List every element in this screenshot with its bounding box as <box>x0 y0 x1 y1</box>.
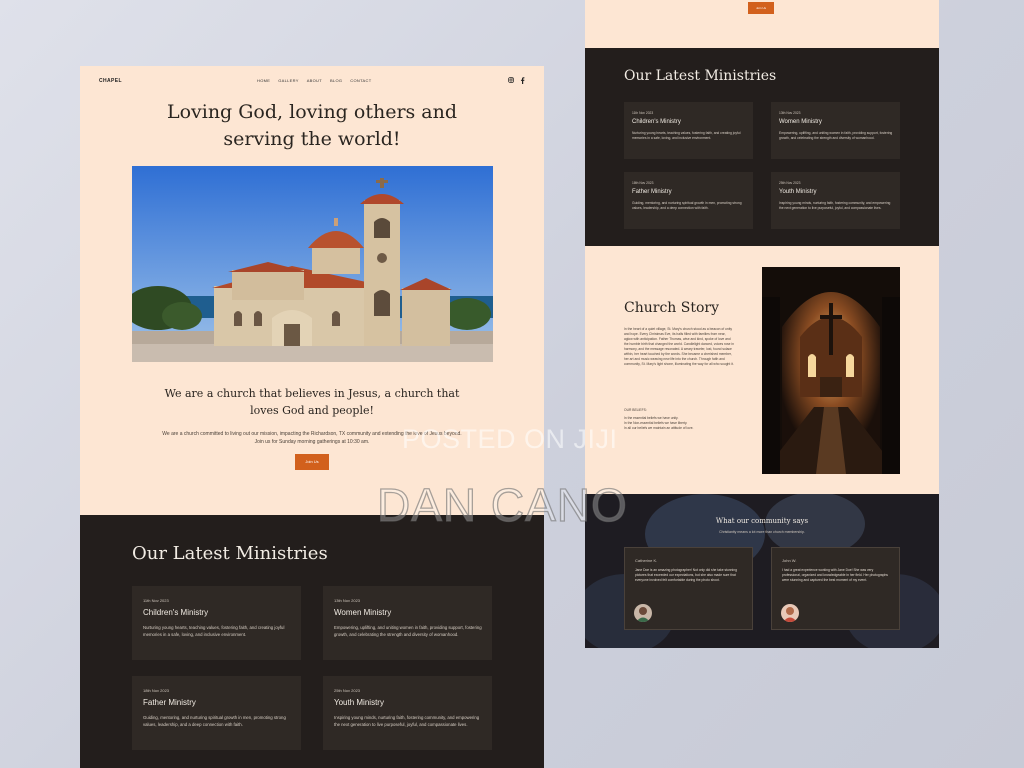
church-interior-photo <box>762 267 900 474</box>
nav-item-blog[interactable]: BLOG <box>330 78 342 83</box>
ministry-description: Guiding, mentoring, and nurturing spirit… <box>632 201 742 210</box>
community-subtitle: Christianity means a lot more than churc… <box>719 530 805 534</box>
ministry-date: 13th Nov 2023 <box>779 111 801 115</box>
hero-title: Loving God, loving others and serving th… <box>166 101 458 150</box>
ministry-card[interactable]: 11th Nov 2023 Children's Ministry Nurtur… <box>624 102 753 159</box>
ministries-section-compact: Our Latest Ministries 11th Nov 2023 Chil… <box>585 48 939 246</box>
facebook-icon[interactable] <box>520 77 525 86</box>
ministry-title: Father Ministry <box>143 698 196 707</box>
ministry-card[interactable]: 13th Nov 2023 Women Ministry Empowering,… <box>323 586 492 660</box>
testimonial-card: Catherine K. Jane Doe is an amazing phot… <box>624 547 753 630</box>
join-us-button[interactable]: Join Us <box>295 454 329 470</box>
join-us-button-top[interactable]: Join Us <box>748 2 774 14</box>
avatar <box>781 604 799 622</box>
ministry-title: Women Ministry <box>779 119 822 125</box>
landing-page-mockup-left: CHAPEL HOME GALLERY ABOUT BLOG CONTACT L… <box>80 66 544 768</box>
ministry-title: Children's Ministry <box>143 608 209 617</box>
watermark-posted-on: POSTED ON JIJI <box>402 424 618 454</box>
ministry-card[interactable]: 25th Nov 2023 Youth Ministry Inspiring y… <box>771 172 900 229</box>
ministries-title: Our Latest Ministries <box>624 68 777 84</box>
top-nav: CHAPEL HOME GALLERY ABOUT BLOG CONTACT <box>80 66 544 96</box>
ministry-title: Youth Ministry <box>779 189 817 195</box>
ministry-card[interactable]: 13th Nov 2023 Women Ministry Empowering,… <box>771 102 900 159</box>
nav-item-gallery[interactable]: GALLERY <box>278 78 298 83</box>
tagline: We are a church that believes in Jesus, … <box>164 387 460 417</box>
ministry-date: 18th Nov 2023 <box>143 688 170 693</box>
nav-item-about[interactable]: ABOUT <box>307 78 322 83</box>
nav-menu: HOME GALLERY ABOUT BLOG CONTACT <box>257 78 371 83</box>
ministry-title: Youth Ministry <box>334 698 384 707</box>
ministry-date: 18th Nov 2023 <box>632 181 654 185</box>
ministry-description: Inspiring young minds, nurturing faith, … <box>779 201 891 210</box>
belief-item: In all our beliefs we maintain an attitu… <box>624 426 694 430</box>
brand-logo[interactable]: CHAPEL <box>99 78 122 84</box>
ministry-title: Women Ministry <box>334 608 392 617</box>
beliefs-label: OUR BELIEFS: <box>624 408 647 412</box>
ministry-description: Empowering, uplifting, and uniting women… <box>779 131 893 140</box>
ministry-date: 11th Nov 2023 <box>143 598 169 603</box>
avatar <box>634 604 652 622</box>
church-exterior-photo <box>132 166 493 362</box>
ministry-card[interactable]: 25th Nov 2023 Youth Ministry Inspiring y… <box>323 676 492 750</box>
testimonial-name: John W. <box>782 558 797 563</box>
nav-item-contact[interactable]: CONTACT <box>350 78 371 83</box>
ministries-title: Our Latest Ministries <box>132 543 328 564</box>
landing-page-mockup-right: Join Us Our Latest Ministries 11th Nov 2… <box>585 0 939 648</box>
ministry-card[interactable]: 18th Nov 2023 Father Ministry Guiding, m… <box>132 676 301 750</box>
ministry-description: Nurturing young hearts, teaching values,… <box>632 131 741 140</box>
testimonial-text: I had a great experience working with Ja… <box>782 568 888 582</box>
church-story-text: In the heart of a quiet village, St. Mar… <box>624 327 734 366</box>
ministry-card[interactable]: 18th Nov 2023 Father Ministry Guiding, m… <box>624 172 753 229</box>
testimonial-card: John W. I had a great experience working… <box>771 547 900 630</box>
instagram-icon[interactable] <box>508 77 514 85</box>
ministry-description: Empowering, uplifting, and uniting women… <box>334 625 482 637</box>
nav-item-home[interactable]: HOME <box>257 78 270 83</box>
ministry-description: Nurturing young hearts, teaching values,… <box>143 625 285 637</box>
community-title: What our community says <box>715 517 809 525</box>
ministry-title: Children's Ministry <box>632 119 681 125</box>
ministry-title: Father Ministry <box>632 189 672 195</box>
ministry-description: Inspiring young minds, nurturing faith, … <box>334 715 480 727</box>
church-story-title: Church Story <box>624 300 719 316</box>
testimonial-name: Catherine K. <box>635 558 658 563</box>
ministry-card[interactable]: 11th Nov 2023 Children's Ministry Nurtur… <box>132 586 301 660</box>
ministry-description: Guiding, mentoring, and nurturing spirit… <box>143 715 286 727</box>
ministry-date: 13th Nov 2023 <box>334 598 361 603</box>
ministry-date: 11th Nov 2023 <box>632 111 654 115</box>
testimonial-text: Jane Doe is an amazing photographer! Not… <box>635 568 737 582</box>
beliefs-list: In the essential beliefs we have unity. … <box>624 416 693 431</box>
ministries-section: Our Latest Ministries 11th Nov 2023 Chil… <box>80 515 544 768</box>
ministry-date: 25th Nov 2023 <box>334 688 361 693</box>
ministry-date: 25th Nov 2023 <box>779 181 801 185</box>
watermark-author: DAN CANO <box>376 478 628 531</box>
testimonials-section: What our community says Christianity mea… <box>585 494 939 648</box>
